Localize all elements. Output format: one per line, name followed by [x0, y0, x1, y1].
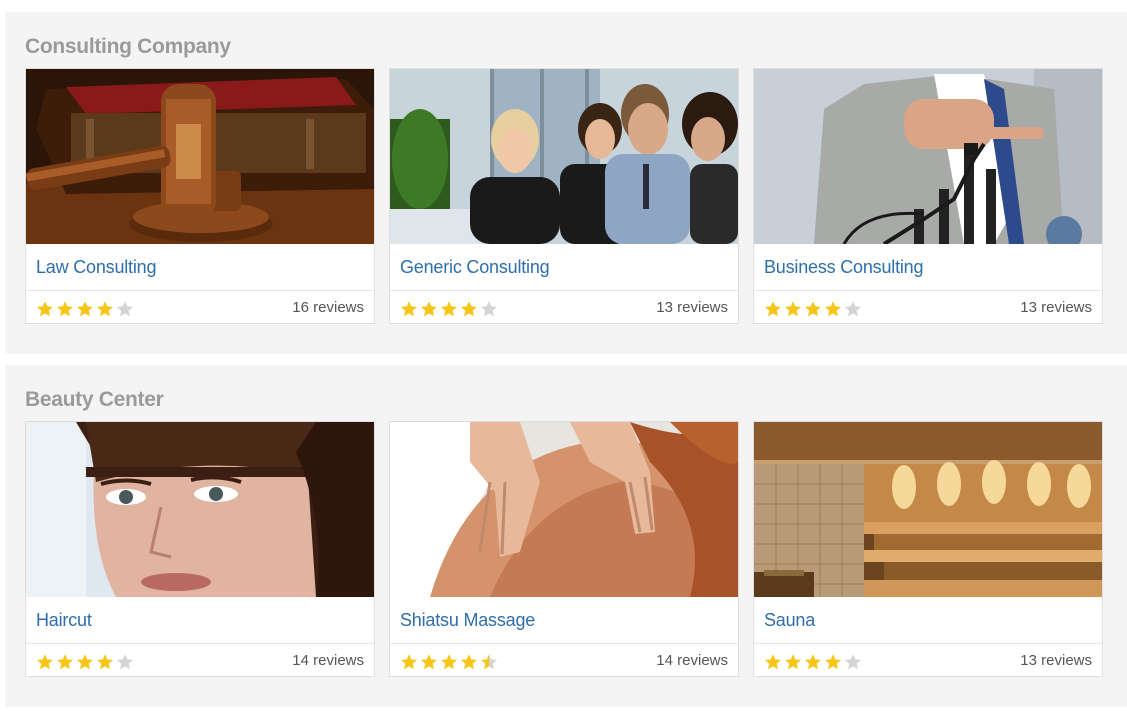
star-filled-icon [805, 301, 821, 317]
star-filled-icon [765, 654, 781, 670]
section-beauty-center: Beauty Center Haircut 14 reviews Shiatsu… [5, 365, 1127, 707]
review-count: 13 reviews [1020, 652, 1092, 669]
review-count: 14 reviews [292, 652, 364, 669]
card-title-link[interactable]: Shiatsu Massage [400, 610, 535, 631]
card-title-link[interactable]: Generic Consulting [400, 257, 550, 278]
card-divider [754, 643, 1102, 644]
star-filled-icon [461, 301, 477, 317]
card-divider [26, 643, 374, 644]
review-count: 13 reviews [1020, 299, 1092, 316]
card-title-link[interactable]: Sauna [764, 610, 815, 631]
section-consulting-company: Consulting Company Law Consulting 16 rev… [5, 12, 1127, 354]
star-filled-icon [441, 654, 457, 670]
card-title-link[interactable]: Haircut [36, 610, 92, 631]
service-card-generic-consulting[interactable]: Generic Consulting 13 reviews [389, 68, 739, 324]
business-meeting-photo[interactable] [390, 69, 738, 244]
star-filled-icon [401, 654, 417, 670]
star-filled-icon [421, 301, 437, 317]
star-filled-icon [77, 301, 93, 317]
review-count: 14 reviews [656, 652, 728, 669]
sauna-room-photo[interactable] [754, 422, 1102, 597]
star-half-icon [481, 654, 497, 670]
star-empty-icon [117, 654, 133, 670]
card-divider [754, 290, 1102, 291]
star-filled-icon [57, 301, 73, 317]
card-title-link[interactable]: Business Consulting [764, 257, 923, 278]
star-filled-icon [401, 301, 417, 317]
star-filled-icon [825, 654, 841, 670]
star-empty-icon [845, 301, 861, 317]
massage-photo[interactable] [390, 422, 738, 597]
star-filled-icon [441, 301, 457, 317]
star-filled-icon [97, 301, 113, 317]
star-filled-icon [785, 654, 801, 670]
card-divider [26, 290, 374, 291]
card-title-link[interactable]: Law Consulting [36, 257, 156, 278]
woman-portrait-photo[interactable] [26, 422, 374, 597]
star-filled-icon [805, 654, 821, 670]
service-card-sauna[interactable]: Sauna 13 reviews [753, 421, 1103, 677]
star-filled-icon [77, 654, 93, 670]
star-empty-icon [845, 654, 861, 670]
star-filled-icon [97, 654, 113, 670]
card-divider [390, 290, 738, 291]
section-title: Beauty Center [25, 388, 164, 411]
star-empty-icon [117, 301, 133, 317]
service-card-shiatsu-massage[interactable]: Shiatsu Massage 14 reviews [389, 421, 739, 677]
service-card-law-consulting[interactable]: Law Consulting 16 reviews [25, 68, 375, 324]
review-count: 16 reviews [292, 299, 364, 316]
star-filled-icon [57, 654, 73, 670]
star-filled-icon [785, 301, 801, 317]
section-title: Consulting Company [25, 35, 231, 58]
star-filled-icon [421, 654, 437, 670]
star-filled-icon [37, 301, 53, 317]
service-card-business-consulting[interactable]: Business Consulting 13 reviews [753, 68, 1103, 324]
growth-chart-photo[interactable] [754, 69, 1102, 244]
star-filled-icon [37, 654, 53, 670]
review-count: 13 reviews [656, 299, 728, 316]
star-filled-icon [461, 654, 477, 670]
star-filled-icon [765, 301, 781, 317]
gavel-photo[interactable] [26, 69, 374, 244]
star-filled-icon [825, 301, 841, 317]
card-divider [390, 643, 738, 644]
service-card-haircut[interactable]: Haircut 14 reviews [25, 421, 375, 677]
star-empty-icon [481, 301, 497, 317]
